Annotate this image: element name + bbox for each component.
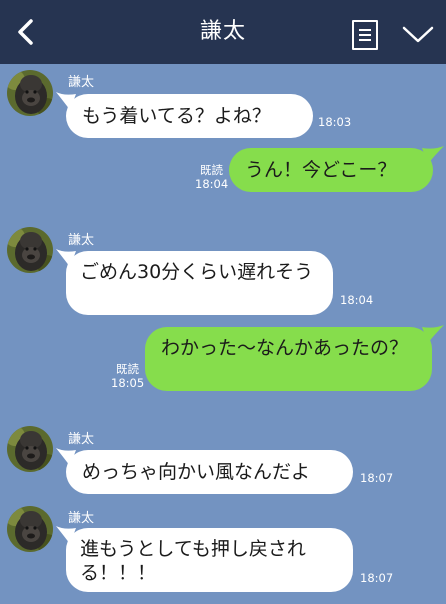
avatar[interactable] <box>7 70 53 116</box>
incoming-message[interactable]: もう着いてる？よね？ <box>66 94 313 138</box>
sender-name: 謙太 <box>68 233 95 248</box>
message-time: 18:04 <box>195 177 229 191</box>
read-receipt: 既読 <box>200 163 223 177</box>
bubble-tail <box>422 146 444 164</box>
read-receipt: 既読 <box>116 362 139 376</box>
message-time: 18:03 <box>318 115 352 129</box>
avatar[interactable] <box>7 426 53 472</box>
sender-name: 謙太 <box>68 75 95 90</box>
incoming-message[interactable]: 進もうとしても押し戻される！！！ <box>66 528 353 592</box>
chat-header: 謙太 <box>0 0 446 64</box>
avatar[interactable] <box>7 506 53 552</box>
chat-title: 謙太 <box>199 19 246 44</box>
incoming-message[interactable]: ごめん30分くらい遅れそう <box>66 251 333 315</box>
message-time: 18:07 <box>360 571 394 585</box>
note-menu-icon[interactable] <box>352 20 378 50</box>
outgoing-message[interactable]: わかった〜なんかあったの？ <box>145 327 432 391</box>
sender-name: 謙太 <box>68 511 95 526</box>
incoming-message[interactable]: めっちゃ向かい風なんだよ <box>66 450 353 494</box>
message-time: 18:07 <box>360 471 394 485</box>
outgoing-message[interactable]: うん！今どこー？ <box>229 148 433 192</box>
message-time: 18:05 <box>111 376 145 390</box>
sender-name: 謙太 <box>68 432 95 447</box>
bubble-tail <box>422 325 444 343</box>
chevron-down-icon[interactable] <box>402 24 434 44</box>
message-time: 18:04 <box>340 293 374 307</box>
avatar[interactable] <box>7 227 53 273</box>
